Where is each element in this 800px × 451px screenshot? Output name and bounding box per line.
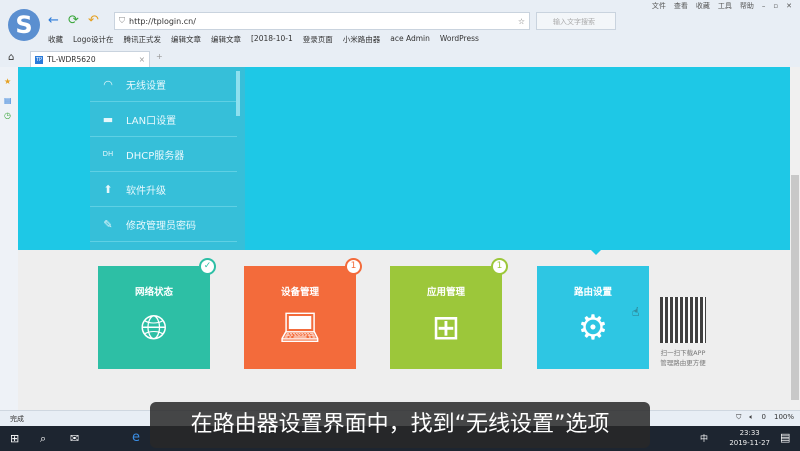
close-button[interactable]: ✕ xyxy=(786,2,792,10)
mail-icon[interactable]: ✉ xyxy=(70,432,79,445)
count-badge: 1 xyxy=(345,258,362,275)
windows-start-icon[interactable]: ⊞ xyxy=(10,432,19,445)
edge-icon[interactable]: e xyxy=(132,430,140,445)
browser-logo: S xyxy=(8,9,40,41)
count-badge: 1 xyxy=(491,258,508,275)
menu-scrollbar[interactable] xyxy=(236,71,240,116)
check-badge: ✓ xyxy=(199,258,216,275)
bookmark[interactable]: ace Admin xyxy=(390,34,430,45)
wifi-icon: ◠ xyxy=(103,77,113,91)
bookmark[interactable]: 腾讯正式发 xyxy=(124,34,162,45)
tile-label: 设备管理 xyxy=(280,287,319,298)
history-icon[interactable]: ◷ xyxy=(4,111,14,120)
globe-icon: 🌐︎ xyxy=(140,308,168,348)
lan-icon: ▬ xyxy=(102,112,114,126)
bookmark[interactable]: [2018-10-1 xyxy=(251,34,293,45)
pencil-icon: ✎ xyxy=(103,217,113,231)
menu-label: 软件升级 xyxy=(126,185,166,197)
menu-lan[interactable]: ▬ LAN口设置 xyxy=(90,102,237,137)
menu-label: LAN口设置 xyxy=(126,115,177,127)
menu-tools[interactable]: 工具 xyxy=(718,1,732,11)
menu-view[interactable]: 查看 xyxy=(674,1,688,11)
tile-device-management[interactable]: 1 设备管理 💻︎ xyxy=(244,258,362,369)
ime-indicator[interactable]: 中 xyxy=(700,433,708,444)
menu-bar: 文件 查看 收藏 工具 帮助 – ▫ ✕ xyxy=(652,0,800,11)
upgrade-icon: ⬆ xyxy=(103,182,113,196)
status-text: 完成 xyxy=(10,414,24,423)
status-right: ⛉ 🔈︎ 0 100% xyxy=(736,413,794,422)
menu-label: 无线设置 xyxy=(126,80,166,92)
tab-title: TL-WDR5620 xyxy=(47,55,96,64)
tile-label: 网络状态 xyxy=(134,287,173,298)
search-icon[interactable]: ⌕ xyxy=(40,432,46,446)
minimize-button[interactable]: – xyxy=(762,2,766,10)
bookmark[interactable]: WordPress xyxy=(440,34,479,45)
star-icon[interactable]: ☆ xyxy=(518,17,525,26)
bookmark[interactable]: 编辑文章 xyxy=(171,34,201,45)
menu-label: DHCP服务器 xyxy=(126,150,185,162)
video-subtitle: 在路由器设置界面中，找到“无线设置”选项 xyxy=(150,402,650,448)
scrollbar-thumb[interactable] xyxy=(791,175,799,400)
sound-icon[interactable]: 🔈︎ xyxy=(749,413,753,422)
search-input[interactable]: 输入文字搜索 xyxy=(536,12,616,30)
bookmark[interactable]: 小米路由器 xyxy=(343,34,381,45)
tile-app-management[interactable]: 1 应用管理 ⊞ xyxy=(390,258,508,369)
maximize-button[interactable]: ▫ xyxy=(773,2,778,10)
home-icon[interactable]: ⌂ xyxy=(8,52,14,63)
menu-dhcp[interactable]: DH DHCP服务器 xyxy=(90,137,237,172)
router-menu: ◠ 无线设置 ▬ LAN口设置 DH DHCP服务器 ⬆ 软件升级 ✎ 修改管理员密码 xyxy=(90,67,245,250)
download-count[interactable]: 0 xyxy=(762,413,766,422)
bookmarks-bar: 收藏 Logo设计在 腾讯正式发 编辑文章 编辑文章 [2018-10-1 登录… xyxy=(48,34,479,45)
dhcp-icon: DH xyxy=(102,150,114,158)
qr-caption: 扫一扫下载APP 管理路由更方便 xyxy=(660,349,706,367)
undo-icon[interactable]: ↶ xyxy=(88,13,99,28)
url-text: http://tplogin.cn/ xyxy=(129,16,196,26)
menu-label: 修改管理员密码 xyxy=(126,220,196,232)
address-bar[interactable]: ⛉ http://tplogin.cn/ ☆ xyxy=(114,12,530,30)
tile-label: 路由设置 xyxy=(573,287,612,298)
bookmark[interactable]: Logo设计在 xyxy=(73,34,114,45)
router-page: ◠ 无线设置 ▬ LAN口设置 DH DHCP服务器 ⬆ 软件升级 ✎ 修改管理员密码 ✓… xyxy=(18,67,790,410)
tile-label: 应用管理 xyxy=(426,287,465,298)
laptop-icon: 💻︎ xyxy=(278,308,322,348)
qr-code xyxy=(660,297,706,343)
reader-icon[interactable]: ▤ xyxy=(4,96,14,105)
new-tab-button[interactable]: + xyxy=(156,52,163,61)
menu-help[interactable]: 帮助 xyxy=(740,1,754,11)
menu-wireless[interactable]: ◠ 无线设置 xyxy=(90,67,237,102)
back-icon[interactable]: ← xyxy=(48,13,59,28)
apps-grid-icon: ⊞ xyxy=(431,308,461,348)
menu-upgrade[interactable]: ⬆ 软件升级 xyxy=(90,172,237,207)
menu-file[interactable]: 文件 xyxy=(652,1,666,11)
clock[interactable]: 23:33 2019-11-27 xyxy=(729,428,770,448)
zoom-level[interactable]: 100% xyxy=(774,413,794,422)
bookmark[interactable]: 收藏 xyxy=(48,34,63,45)
cursor-icon: ☝ xyxy=(632,305,640,319)
tab-router[interactable]: TP TL-WDR5620 × xyxy=(30,51,150,67)
shield-icon[interactable]: ⛉ xyxy=(736,413,741,422)
tile-network-status[interactable]: ✓ 网络状态 🌐︎ xyxy=(98,258,216,369)
menu-favorites[interactable]: 收藏 xyxy=(696,1,710,11)
bookmark[interactable]: 编辑文章 xyxy=(211,34,241,45)
menu-password[interactable]: ✎ 修改管理员密码 xyxy=(90,207,237,242)
bookmark[interactable]: 登录页面 xyxy=(303,34,333,45)
side-panel: ★ ▤ ◷ xyxy=(0,67,18,410)
tab-favicon: TP xyxy=(35,55,44,64)
shield-icon: ⛉ xyxy=(119,16,125,25)
favorites-icon[interactable]: ★ xyxy=(4,77,14,86)
refresh-icon[interactable]: ⟳ xyxy=(68,13,79,28)
notification-icon[interactable]: ▤ xyxy=(780,431,790,444)
active-pointer xyxy=(588,247,604,255)
tab-close-icon[interactable]: × xyxy=(139,55,145,64)
